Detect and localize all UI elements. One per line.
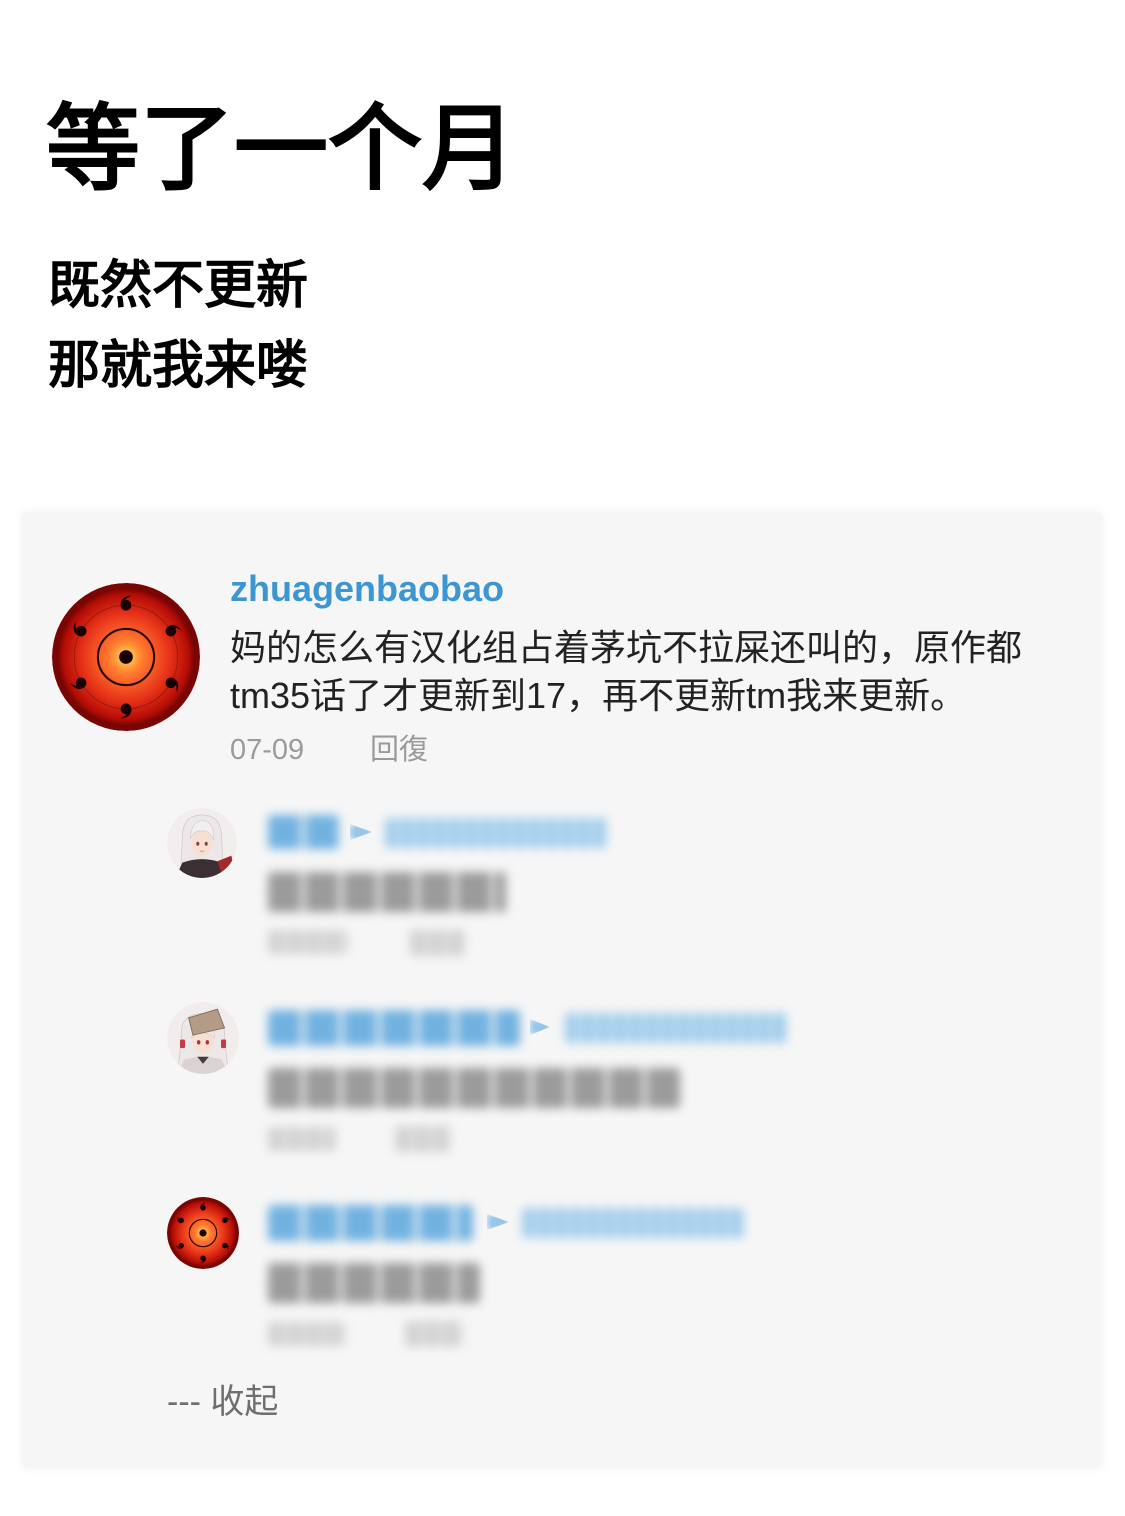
comment-date: 07-09 [230, 734, 305, 766]
reply-1-reply-button-blurred[interactable] [410, 930, 465, 956]
reply-3-text-blurred [268, 1263, 480, 1303]
reply-3-date-blurred [268, 1322, 346, 1346]
reply-2-date-blurred [268, 1127, 336, 1151]
reply-3-username-blurred[interactable] [268, 1205, 473, 1241]
collapse-replies-button[interactable]: --- 收起 [167, 1380, 278, 1424]
reply-2-username-blurred[interactable] [268, 1010, 520, 1046]
sharingan-avatar-icon[interactable] [52, 583, 200, 731]
reply-2-text-blurred [268, 1068, 680, 1108]
hat-girl-avatar-icon[interactable] [167, 1002, 239, 1074]
reply-1-username-blurred[interactable] [268, 815, 340, 849]
reply-3-target-blurred[interactable] [522, 1208, 744, 1238]
post-page: { "post": { "title": "等了一个月", "subtitle_… [0, 0, 1125, 1516]
reply-1-date-blurred [268, 930, 348, 954]
post-subtitle-line-2: 那就我来喽 [48, 337, 309, 395]
reply-3-reply-button-blurred[interactable] [405, 1321, 463, 1347]
reply-2-reply-button-blurred[interactable] [395, 1126, 451, 1152]
reply-2-target-blurred[interactable] [565, 1013, 787, 1043]
reply-1-text-blurred [268, 872, 506, 912]
white-haired-girl-avatar-icon[interactable] [167, 808, 237, 878]
sharingan-avatar-icon[interactable] [167, 1197, 239, 1269]
post-title: 等了一个月 [46, 96, 517, 201]
comment-text: 妈的怎么有汉化组占着茅坑不拉屎还叫的，原作都tm35话了才更新到17，再不更新t… [230, 627, 1023, 716]
post-subtitle-line-1: 既然不更新 [48, 257, 309, 315]
comment-username[interactable]: zhuagenbaobao [230, 567, 504, 611]
reply-1-target-blurred[interactable] [385, 818, 607, 848]
comment-reply-button[interactable]: 回復 [370, 732, 428, 768]
